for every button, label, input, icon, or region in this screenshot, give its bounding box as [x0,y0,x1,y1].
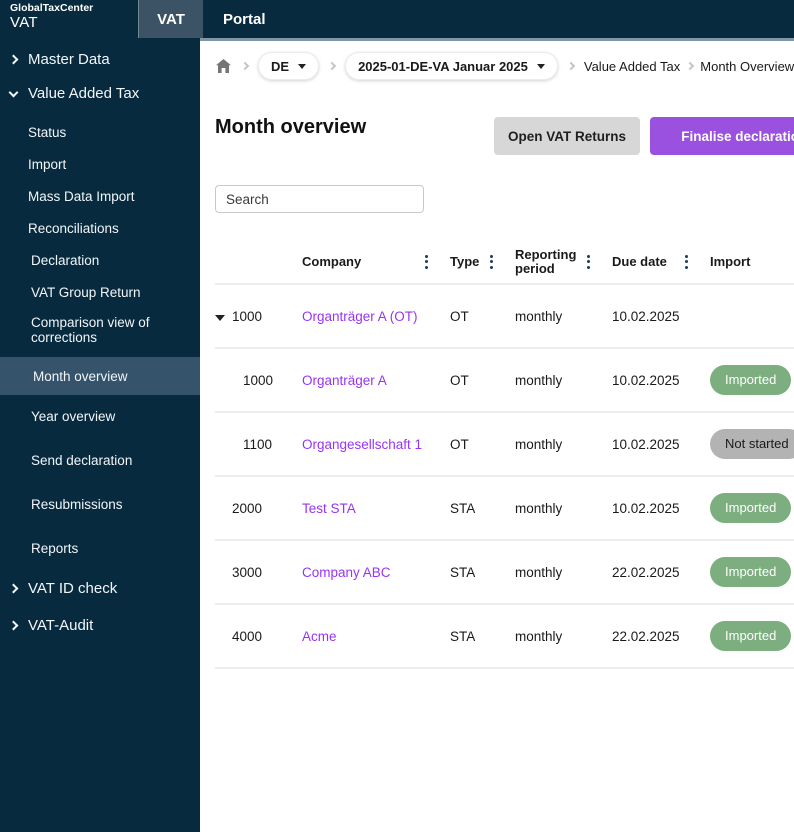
company-link[interactable]: Test STA [302,501,356,516]
column-menu-icon[interactable] [585,253,592,271]
company-link[interactable]: Organgesellschaft 1 [302,437,422,452]
sidebar-item-import[interactable]: Import [0,157,200,172]
sidebar-item-comparison-view[interactable]: Comparison view of corrections [0,315,200,345]
sidebar-item-reconciliations[interactable]: Reconciliations [0,221,200,236]
month-overview-table: Company Type Reporting period Due date I… [215,240,794,669]
home-icon[interactable] [215,58,232,74]
app-window: GlobalTaxCenter VAT VAT Portal Master Da… [0,0,794,832]
sidebar-item-month-overview[interactable]: Month overview [0,357,200,395]
column-menu-icon[interactable] [683,253,690,271]
chevron-right-icon [8,583,19,594]
table-row: 1000 Organträger A OT monthly 10.02.2025… [215,349,794,413]
company-link[interactable]: Acme [302,629,337,644]
chevron-right-icon [8,54,19,65]
status-badge: Imported [710,365,792,395]
collapse-row-icon[interactable] [215,314,225,321]
period-dropdown[interactable]: 2025-01-DE-VA Januar 2025 [345,52,558,80]
top-header: GlobalTaxCenter VAT VAT Portal [0,0,794,38]
finalise-declarations-button[interactable]: Finalise declarations [650,117,794,155]
status-badge: Not started [710,429,794,459]
logo-text-bottom: VAT [10,13,38,31]
sidebar-item-year-overview[interactable]: Year overview [0,409,200,424]
table-row: 3000 Company ABC STA monthly 22.02.2025 … [215,541,794,605]
sidebar: Master Data Value Added Tax Status Impor… [0,38,200,832]
company-link[interactable]: Company ABC [302,565,391,580]
column-header-type: Type [450,253,515,271]
breadcrumb-separator-icon [327,61,337,71]
sidebar-item-status[interactable]: Status [0,125,200,140]
table-row: 2000 Test STA STA monthly 10.02.2025 Imp… [215,477,794,541]
column-menu-icon[interactable] [488,253,495,271]
column-header-due-date: Due date [612,253,710,271]
breadcrumb-section[interactable]: Value Added Tax [584,59,680,74]
chevron-down-icon [8,87,19,97]
caret-down-icon [536,63,545,69]
status-badge: Imported [710,621,792,651]
caret-down-icon [298,63,307,69]
search-input[interactable] [215,185,424,213]
tab-portal[interactable]: Portal [203,0,286,38]
sidebar-item-declaration[interactable]: Declaration [0,253,200,268]
table-row: 1100 Organgesellschaft 1 OT monthly 10.0… [215,413,794,477]
sidebar-item-vat-group-return[interactable]: VAT Group Return [0,285,200,300]
main-content: DE 2025-01-DE-VA Januar 2025 Value Added… [200,41,794,832]
chevron-right-icon [8,620,19,631]
status-badge: Imported [710,557,792,587]
table-row: 4000 Acme STA monthly 22.02.2025 Importe… [215,605,794,669]
table-header-row: Company Type Reporting period Due date I… [215,240,794,285]
column-menu-icon[interactable] [423,253,430,271]
app-logo: GlobalTaxCenter VAT [10,2,94,31]
column-header-company: Company [302,253,450,271]
status-badge: Imported [710,493,792,523]
breadcrumb: DE 2025-01-DE-VA Januar 2025 Value Added… [215,52,794,80]
logo-text-top: GlobalTaxCenter [10,2,94,14]
page-title: Month overview [215,116,367,138]
sidebar-item-vat-audit[interactable]: VAT-Audit [0,618,200,633]
column-header-reporting-period: Reporting period [515,247,612,276]
breadcrumb-separator-icon [686,61,695,71]
open-vat-returns-button[interactable]: Open VAT Returns [494,117,640,155]
sidebar-item-send-declaration[interactable]: Send declaration [0,453,200,468]
sidebar-item-reports[interactable]: Reports [0,541,200,556]
sidebar-item-mass-data-import[interactable]: Mass Data Import [0,189,200,204]
company-link[interactable]: Organträger A [302,373,387,388]
sidebar-item-resubmissions[interactable]: Resubmissions [0,497,200,512]
sidebar-item-value-added-tax[interactable]: Value Added Tax [0,86,200,101]
breadcrumb-current: Month Overview [700,58,794,74]
breadcrumb-separator-icon [240,61,250,71]
sidebar-item-master-data[interactable]: Master Data [0,52,200,67]
column-header-import: Import [710,253,751,269]
company-link[interactable]: Organträger A (OT) [302,309,418,324]
breadcrumb-separator-icon [566,61,576,71]
country-dropdown[interactable]: DE [258,52,320,80]
table-row: 1000 Organträger A (OT) OT monthly 10.02… [215,285,794,349]
tab-vat[interactable]: VAT [138,0,203,38]
sidebar-item-vat-id-check[interactable]: VAT ID check [0,581,200,596]
